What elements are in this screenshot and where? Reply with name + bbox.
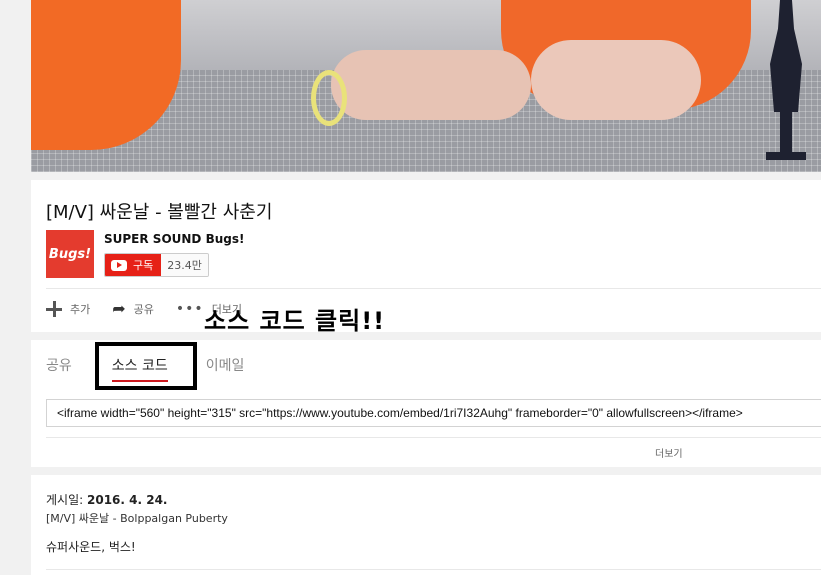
channel-logo[interactable]: Bugs! bbox=[46, 230, 94, 278]
tab-email[interactable]: 이메일 bbox=[206, 355, 245, 375]
publish-date-value: 2016. 4. 24. bbox=[87, 493, 168, 507]
more-dots-icon: ••• bbox=[175, 300, 204, 317]
share-label: 공유 bbox=[133, 302, 154, 316]
video-title: [M/V] 싸운날 - 볼빨간 사춘기 bbox=[46, 202, 273, 223]
subscribe-button[interactable]: 구독 bbox=[105, 254, 162, 276]
embed-code-field[interactable]: <iframe width="560" height="315" src="ht… bbox=[46, 399, 821, 427]
video-player[interactable] bbox=[31, 0, 821, 172]
channel-name[interactable]: SUPER SOUND Bugs! bbox=[104, 232, 244, 246]
video-info-card: [M/V] 싸운날 - 볼빨간 사춘기 Bugs! SUPER SOUND Bu… bbox=[31, 180, 821, 332]
video-frame-bracelet bbox=[311, 70, 347, 126]
subscriber-count: 23.4만 bbox=[161, 254, 208, 276]
description-line: [M/V] 싸운날 - Bolppalgan Puberty bbox=[46, 512, 228, 525]
divider bbox=[46, 437, 821, 438]
show-more-button[interactable]: 더보기 bbox=[655, 445, 683, 460]
subscribe-label: 구독 bbox=[133, 259, 154, 272]
description-line: 슈퍼사운드, 벅스! bbox=[46, 540, 136, 554]
divider bbox=[46, 288, 821, 289]
share-button[interactable]: ➦ 공유 bbox=[112, 299, 154, 318]
add-label: 추가 bbox=[70, 302, 91, 316]
video-frame-hand-right bbox=[531, 40, 701, 120]
publish-label: 게시일: bbox=[46, 493, 84, 507]
annotation-highlight-box bbox=[95, 342, 197, 390]
tab-share[interactable]: 공유 bbox=[46, 355, 72, 375]
channel-logo-text: Bugs! bbox=[48, 246, 92, 262]
video-frame-hand-left bbox=[331, 50, 531, 120]
youtube-play-icon bbox=[111, 259, 127, 271]
description-card: 게시일: 2016. 4. 24. [M/V] 싸운날 - Bolppalgan… bbox=[31, 475, 821, 575]
add-to-button[interactable]: 추가 bbox=[46, 299, 90, 318]
annotation-text: 소스 코드 클릭!! bbox=[204, 307, 386, 335]
share-panel: 공유 소스 코드 이메일 <iframe width="560" height=… bbox=[31, 340, 821, 467]
publish-date: 게시일: 2016. 4. 24. bbox=[46, 491, 167, 508]
share-arrow-icon: ➦ bbox=[112, 299, 126, 318]
plus-icon bbox=[46, 300, 62, 317]
subscribe-widget: 구독 23.4만 bbox=[104, 253, 209, 277]
divider bbox=[46, 569, 821, 570]
